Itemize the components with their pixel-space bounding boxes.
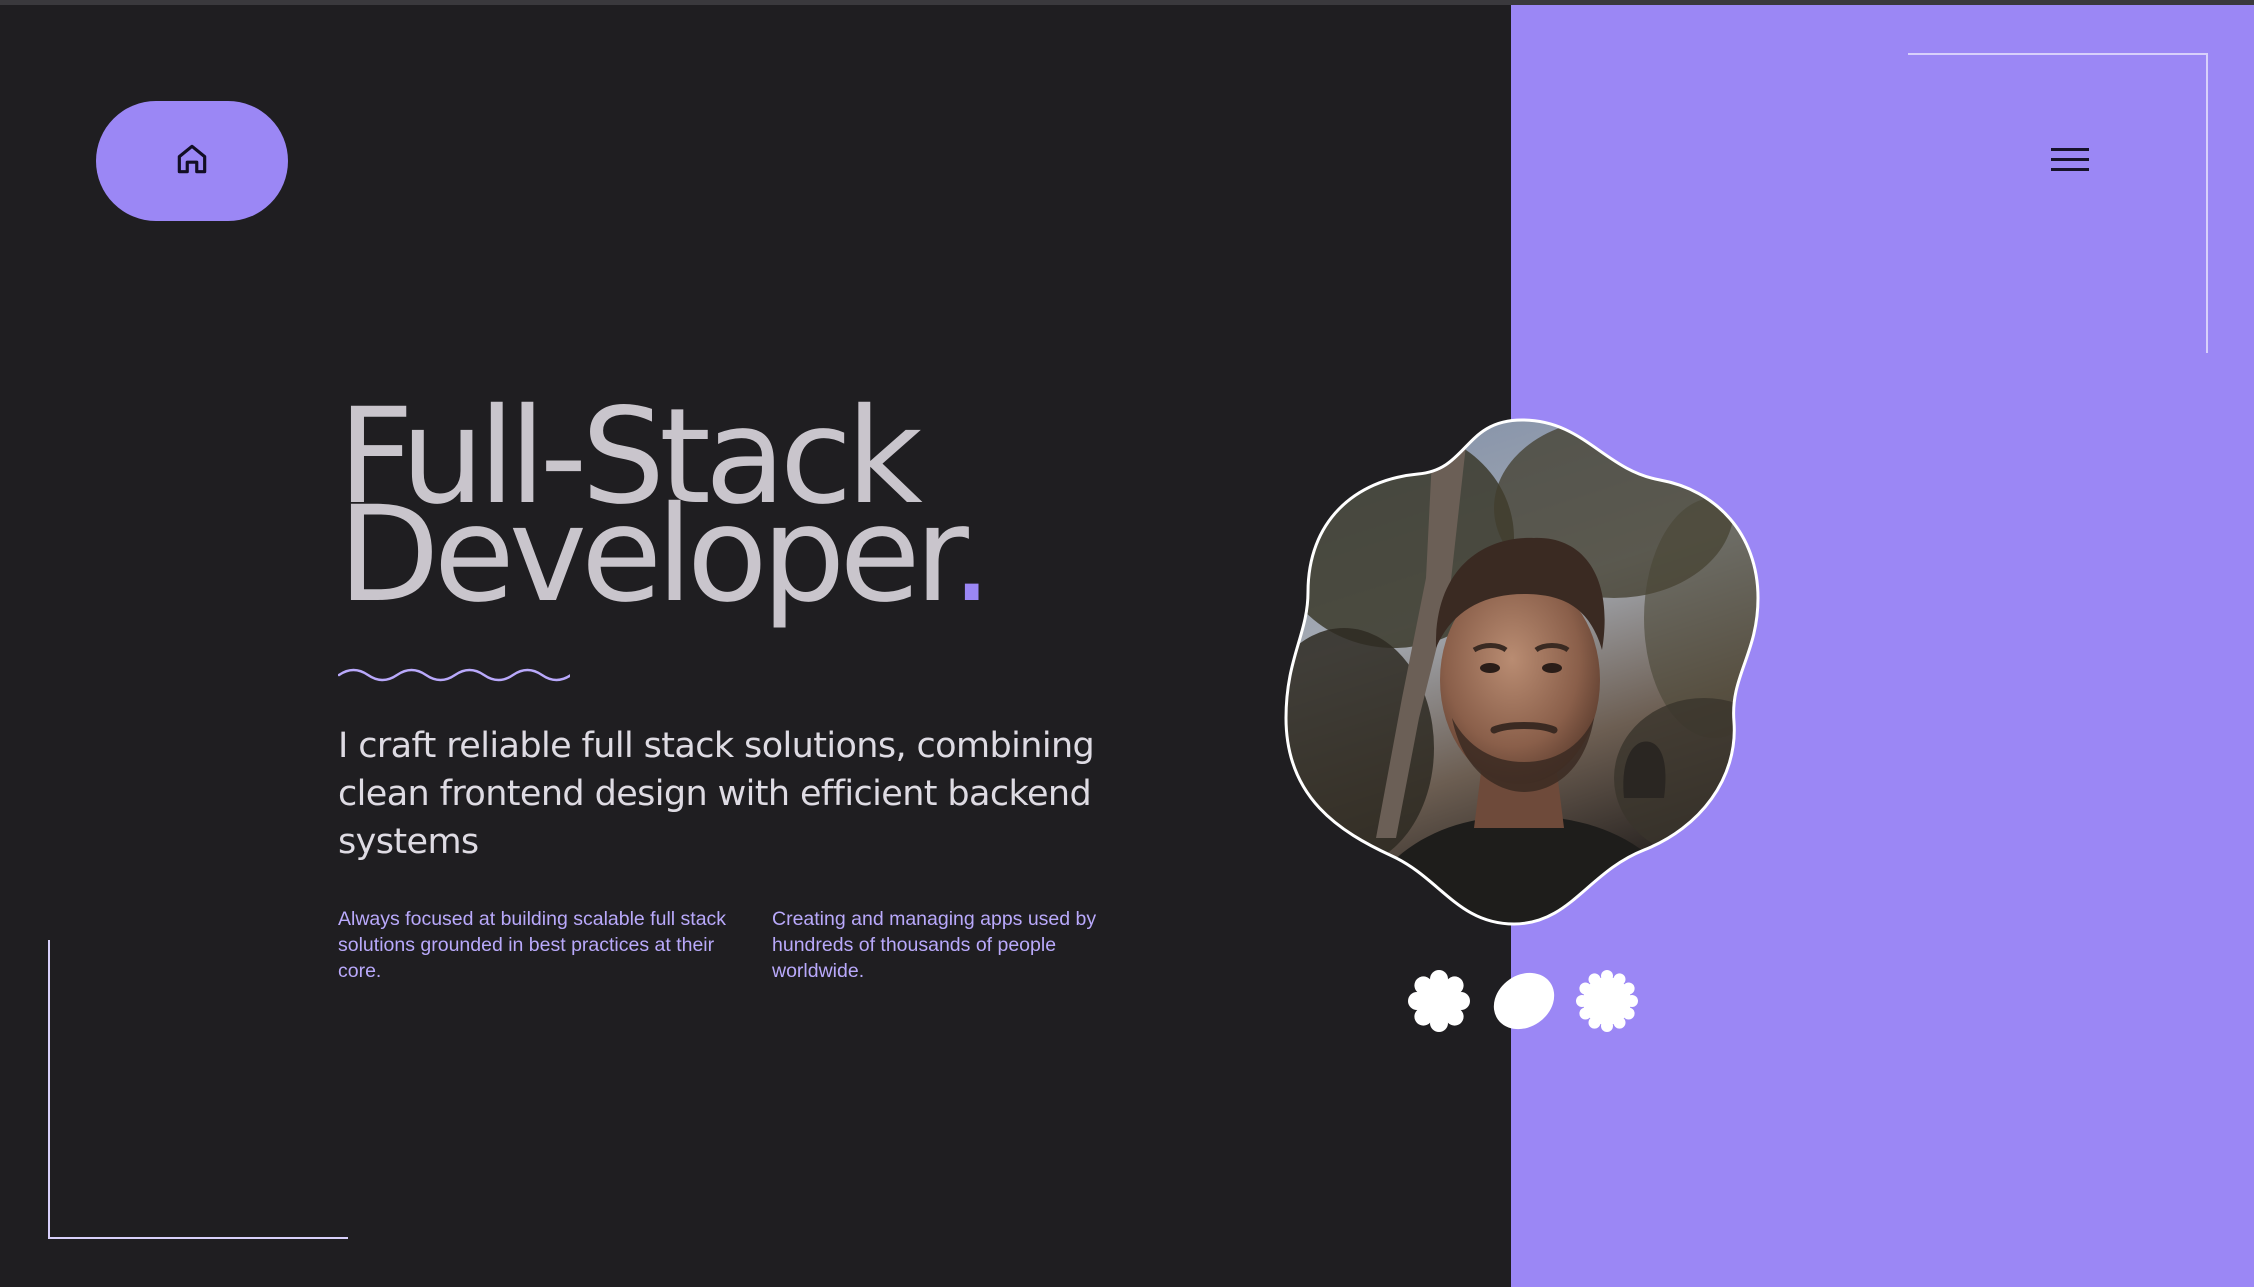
hero-title-line-2: Developer.	[338, 489, 1138, 621]
hero-title-dot: .	[950, 478, 993, 632]
home-icon	[173, 140, 211, 183]
hero-title: Full-Stack Developer.	[338, 391, 1138, 621]
star-flower-icon[interactable]	[1576, 970, 1638, 1032]
corner-frame-bottom-left-horizontal	[48, 1237, 348, 1239]
photo-shape-selector	[1408, 968, 1638, 1034]
corner-frame-top-right	[1908, 53, 2208, 55]
squiggle-divider	[338, 668, 570, 682]
profile-photo	[1284, 418, 1760, 926]
corner-frame-top-right-vertical	[2206, 53, 2208, 353]
detail-text-scalability: Always focused at building scalable full…	[338, 908, 727, 982]
leaf-blob-icon[interactable]	[1483, 968, 1565, 1034]
corner-frame-bottom-left	[48, 940, 50, 1239]
scalloped-flower-icon[interactable]	[1408, 970, 1470, 1032]
menu-icon	[2051, 145, 2089, 180]
window-top-strip	[0, 0, 2254, 5]
menu-button[interactable]	[2044, 140, 2096, 184]
home-button[interactable]	[96, 101, 288, 221]
hero-title-word: Developer	[338, 478, 957, 632]
portfolio-page: Full-Stack Developer. I craft reliable f…	[0, 0, 2254, 1287]
hero-subtitle: I craft reliable full stack solutions, c…	[338, 726, 1095, 862]
hero-section: Full-Stack Developer.	[338, 391, 1138, 621]
detail-text-apps: Creating and managing apps used by hundr…	[772, 908, 1097, 982]
